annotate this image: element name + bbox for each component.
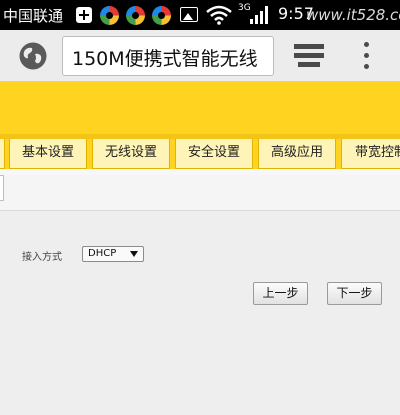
image-icon (180, 7, 198, 22)
prev-step-button[interactable]: 上一步 (253, 282, 308, 305)
status-bar: 中国联通 3G 9:57 www.it528.com (0, 0, 400, 30)
url-bar[interactable]: 150M便携式智能无线 (62, 36, 274, 76)
carrier-name: 中国联通 (3, 7, 64, 25)
tab-wireless-settings[interactable]: 无线设置 (92, 139, 170, 169)
content-panel (0, 211, 400, 415)
connection-type-value: DHCP (88, 248, 117, 259)
connection-type-select[interactable]: DHCP (82, 246, 144, 262)
tab-bandwidth-control[interactable]: 带宽控制 (341, 139, 400, 169)
tab-security-settings[interactable]: 安全设置 (175, 139, 253, 169)
dropdown-arrow-icon (130, 251, 138, 257)
tabs-icon[interactable] (294, 44, 324, 68)
wifi-icon (206, 5, 232, 25)
header-banner (0, 82, 400, 134)
tab-basic-settings[interactable]: 基本设置 (9, 139, 87, 169)
next-step-button[interactable]: 下一步 (327, 282, 382, 305)
tab-partial[interactable] (0, 139, 5, 169)
side-panel-edge (0, 175, 4, 201)
nav-bar: 基本设置 无线设置 安全设置 高级应用 带宽控制 (0, 139, 400, 169)
browser-toolbar: 150M便携式智能无线 (0, 30, 400, 82)
url-text: 150M便携式智能无线 (72, 48, 258, 70)
page: 中国联通 3G 9:57 www.it528.com 150M便携式智 (0, 0, 400, 415)
app-icon (100, 6, 119, 25)
overflow-menu-icon[interactable] (362, 42, 370, 70)
connection-type-label: 接入方式 (22, 252, 62, 263)
tab-advanced-settings[interactable]: 高级应用 (258, 139, 336, 169)
plus-icon (76, 7, 92, 23)
watermark: www.it528.com (306, 6, 400, 24)
signal-icon (250, 6, 268, 24)
app-icon (126, 6, 145, 25)
globe-icon[interactable] (18, 41, 48, 71)
app-icon (152, 6, 171, 25)
network-type: 3G (238, 3, 251, 13)
